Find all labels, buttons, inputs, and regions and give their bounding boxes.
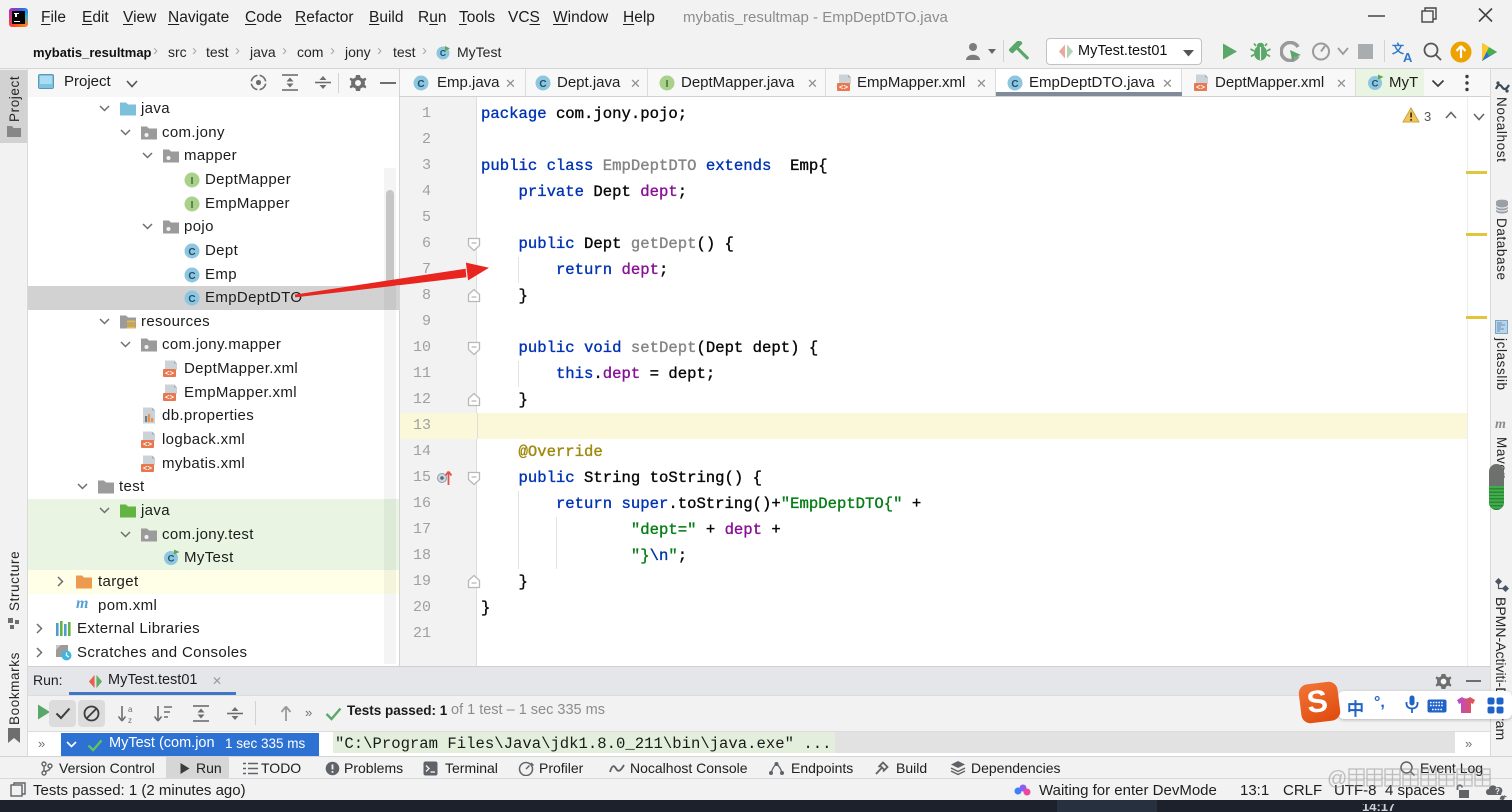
svg-text:C: C xyxy=(539,79,546,90)
svg-text:@: @ xyxy=(1327,768,1347,790)
svg-text:I: I xyxy=(191,200,194,211)
svg-text:C: C xyxy=(188,271,195,282)
svg-text:3: 3 xyxy=(1424,109,1431,124)
svg-text:I: I xyxy=(191,176,194,187)
svg-text:a: a xyxy=(128,705,133,714)
svg-text:I: I xyxy=(666,79,669,90)
svg-text:C: C xyxy=(1011,79,1018,90)
svg-text:<>: <> xyxy=(143,466,153,473)
svg-text:<>: <> xyxy=(143,442,153,449)
svg-text:C: C xyxy=(188,247,195,258)
svg-text:C: C xyxy=(168,554,175,565)
svg-text:C: C xyxy=(1372,79,1379,90)
svg-text:A: A xyxy=(1403,50,1413,63)
svg-text:z: z xyxy=(128,716,132,724)
svg-text:<>: <> xyxy=(165,395,175,402)
svg-text:<>: <> xyxy=(839,85,849,92)
svg-text:<>: <> xyxy=(1196,85,1206,92)
svg-text:<>: <> xyxy=(165,371,175,378)
svg-text:C: C xyxy=(417,79,424,90)
svg-text:C: C xyxy=(188,294,195,305)
svg-text:?: ? xyxy=(1495,787,1500,796)
